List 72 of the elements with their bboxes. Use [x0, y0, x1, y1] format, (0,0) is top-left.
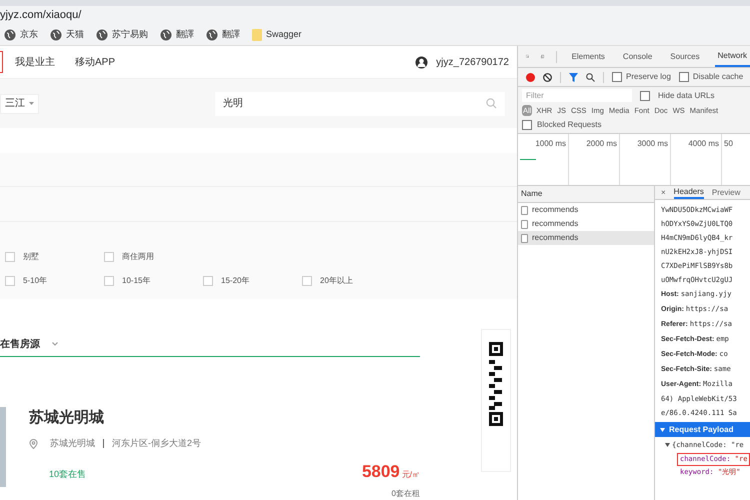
bookmark[interactable]: 京东 [4, 28, 38, 42]
city-select[interactable]: 三江 [0, 94, 39, 114]
filter-label: 5-10年 [23, 274, 48, 286]
detail-tab[interactable]: Preview [712, 186, 740, 200]
chevron-icon [52, 342, 58, 346]
filter-label: 20年以上 [320, 274, 353, 286]
clear-icon[interactable] [543, 72, 552, 82]
user-avatar-icon[interactable] [415, 56, 428, 69]
timeline-tick: 4000 ms [688, 138, 719, 150]
listing-address: 河东片区-侗乡大道2号 [112, 437, 202, 450]
triangle-down-icon[interactable] [665, 443, 670, 448]
filter-icon[interactable] [569, 72, 578, 82]
nav-link[interactable]: 移动APP [75, 54, 116, 70]
checkbox[interactable] [612, 72, 622, 82]
timeline-bar [520, 159, 536, 160]
for-rent-count: 0套在租 [392, 488, 420, 500]
qr-code-icon[interactable] [489, 342, 503, 426]
bookmark[interactable]: 天猫 [50, 28, 84, 42]
checkbox[interactable] [104, 276, 114, 286]
checkbox[interactable] [678, 72, 689, 82]
timeline-tick: 2000 ms [586, 138, 617, 150]
price-unit: 元/㎡ [402, 468, 420, 480]
detail-tab[interactable]: Headers [674, 186, 704, 200]
request-row[interactable]: recommends [518, 217, 654, 232]
for-sale-count: 10套在售 [49, 468, 86, 480]
location-pin-icon [29, 438, 38, 449]
request-row[interactable]: recommends [518, 203, 654, 218]
bookmark[interactable]: 苏宁易购 [96, 28, 148, 42]
filter-field[interactable]: Filter [522, 89, 632, 102]
timeline-tick: 3000 ms [637, 138, 668, 150]
close-button[interactable]: × [661, 186, 666, 199]
bookmark[interactable]: 翻譯 [206, 28, 240, 42]
listing-tab[interactable]: 在售房源 [0, 336, 58, 352]
option-label: Hide data URLs [658, 90, 714, 102]
checkbox[interactable] [203, 276, 213, 286]
filter-label: 10-15年 [122, 274, 150, 286]
bookmark[interactable]: 翻譯 [160, 28, 194, 42]
column-header: Name [521, 188, 542, 200]
checkbox[interactable] [104, 252, 114, 262]
username[interactable]: yjyz_726790172 [436, 54, 509, 70]
timeline-tick: 50 [724, 138, 733, 150]
nav-link[interactable]: 我是业主 [15, 54, 55, 70]
search-icon[interactable] [586, 72, 595, 82]
address-bar-url[interactable]: yjyz.com/xiaoqu/ [0, 6, 82, 24]
filter-label: 商住两用 [122, 250, 154, 262]
checkbox[interactable] [302, 276, 312, 286]
devtools-tab[interactable]: Elements [568, 46, 608, 67]
checkbox[interactable] [522, 120, 532, 130]
listing-title[interactable]: 苏城光明城 [29, 406, 420, 429]
checkbox[interactable] [5, 276, 15, 286]
listing-name: 苏城光明城 [50, 437, 95, 450]
devtools-tab[interactable]: Console [620, 46, 656, 67]
caret-icon [29, 102, 34, 106]
record-icon[interactable] [526, 72, 535, 82]
search-field[interactable]: 光明 [215, 92, 505, 116]
timeline-tick: 1000 ms [535, 138, 566, 150]
price: 5809 [362, 460, 400, 482]
option-label: Blocked Requests [537, 119, 602, 132]
search-icon [486, 98, 497, 110]
triangle-down-icon [660, 428, 665, 432]
filter-label: 别墅 [23, 250, 39, 262]
filter-label: 15-20年 [221, 274, 250, 286]
search-value: 光明 [223, 96, 243, 112]
checkbox[interactable] [640, 90, 650, 100]
section-header[interactable]: Request Payload [655, 422, 750, 438]
checkbox[interactable] [5, 252, 15, 262]
bookmark[interactable]: Swagger [252, 28, 302, 42]
option-label: Preserve log [626, 71, 671, 83]
folder-icon [252, 28, 262, 40]
request-row[interactable]: recommends [518, 231, 654, 246]
devtools-tab[interactable]: Sources [667, 46, 703, 67]
option-label: Disable cache [692, 71, 744, 83]
